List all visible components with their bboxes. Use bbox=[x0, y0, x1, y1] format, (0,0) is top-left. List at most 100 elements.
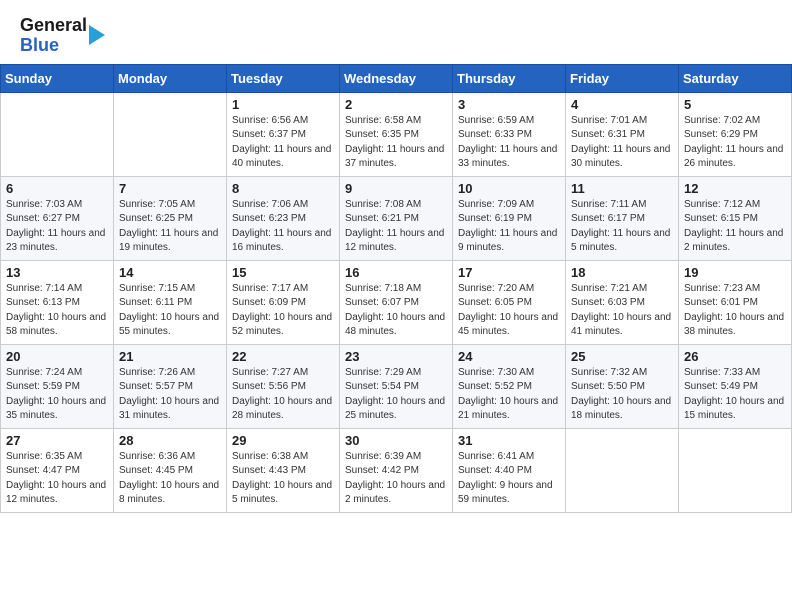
day-number: 14 bbox=[119, 265, 221, 280]
day-number: 9 bbox=[345, 181, 447, 196]
day-info: Sunrise: 7:02 AM Sunset: 6:29 PM Dayligh… bbox=[684, 114, 786, 172]
day-number: 17 bbox=[458, 265, 560, 280]
day-info: Sunrise: 6:41 AM Sunset: 4:40 PM Dayligh… bbox=[458, 450, 560, 508]
day-info: Sunrise: 7:03 AM Sunset: 6:27 PM Dayligh… bbox=[6, 198, 108, 256]
day-number: 29 bbox=[232, 433, 334, 448]
day-info: Sunrise: 7:21 AM Sunset: 6:03 PM Dayligh… bbox=[571, 282, 673, 340]
day-number: 28 bbox=[119, 433, 221, 448]
day-info: Sunrise: 7:27 AM Sunset: 5:56 PM Dayligh… bbox=[232, 366, 334, 424]
calendar-cell: 23 Sunrise: 7:29 AM Sunset: 5:54 PM Dayli… bbox=[340, 344, 453, 428]
calendar-cell: 26Sunrise: 7:33 AM Sunset: 5:49 PM Dayli… bbox=[679, 344, 792, 428]
day-number: 7 bbox=[119, 181, 221, 196]
day-info: Sunrise: 7:14 AM Sunset: 6:13 PM Dayligh… bbox=[6, 282, 108, 340]
calendar-cell: 8 Sunrise: 7:06 AM Sunset: 6:23 PM Daylig… bbox=[227, 176, 340, 260]
calendar-cell: 30 Sunrise: 6:39 AM Sunset: 4:42 PM Dayli… bbox=[340, 428, 453, 512]
day-info: Sunrise: 7:32 AM Sunset: 5:50 PM Dayligh… bbox=[571, 366, 673, 424]
day-info: Sunrise: 7:29 AM Sunset: 5:54 PM Dayligh… bbox=[345, 366, 447, 424]
day-number: 11 bbox=[571, 181, 673, 196]
day-number: 27 bbox=[6, 433, 108, 448]
logo: General Blue bbox=[20, 16, 105, 56]
calendar-cell: 5 Sunrise: 7:02 AM Sunset: 6:29 PM Daylig… bbox=[679, 92, 792, 176]
weekday-header-row: SundayMondayTuesdayWednesdayThursdayFrid… bbox=[1, 64, 792, 92]
calendar-cell: 10Sunrise: 7:09 AM Sunset: 6:19 PM Dayli… bbox=[453, 176, 566, 260]
day-info: Sunrise: 6:35 AM Sunset: 4:47 PM Dayligh… bbox=[6, 450, 108, 508]
calendar-cell: 20Sunrise: 7:24 AM Sunset: 5:59 PM Dayli… bbox=[1, 344, 114, 428]
day-info: Sunrise: 7:18 AM Sunset: 6:07 PM Dayligh… bbox=[345, 282, 447, 340]
calendar-cell bbox=[1, 92, 114, 176]
calendar-cell: 19 Sunrise: 7:23 AM Sunset: 6:01 PM Dayli… bbox=[679, 260, 792, 344]
calendar-week-row: 6 Sunrise: 7:03 AM Sunset: 6:27 PM Daylig… bbox=[1, 176, 792, 260]
calendar-cell: 24 Sunrise: 7:30 AM Sunset: 5:52 PM Dayli… bbox=[453, 344, 566, 428]
day-info: Sunrise: 7:15 AM Sunset: 6:11 PM Dayligh… bbox=[119, 282, 221, 340]
day-number: 5 bbox=[684, 97, 786, 112]
day-number: 21 bbox=[119, 349, 221, 364]
day-info: Sunrise: 7:12 AM Sunset: 6:15 PM Dayligh… bbox=[684, 198, 786, 256]
day-info: Sunrise: 7:17 AM Sunset: 6:09 PM Dayligh… bbox=[232, 282, 334, 340]
day-info: Sunrise: 7:33 AM Sunset: 5:49 PM Dayligh… bbox=[684, 366, 786, 424]
day-number: 22 bbox=[232, 349, 334, 364]
calendar-cell: 31Sunrise: 6:41 AM Sunset: 4:40 PM Dayli… bbox=[453, 428, 566, 512]
day-number: 24 bbox=[458, 349, 560, 364]
day-info: Sunrise: 7:05 AM Sunset: 6:25 PM Dayligh… bbox=[119, 198, 221, 256]
day-info: Sunrise: 7:23 AM Sunset: 6:01 PM Dayligh… bbox=[684, 282, 786, 340]
calendar-cell bbox=[114, 92, 227, 176]
calendar-cell: 4 Sunrise: 7:01 AM Sunset: 6:31 PM Daylig… bbox=[566, 92, 679, 176]
day-info: Sunrise: 6:58 AM Sunset: 6:35 PM Dayligh… bbox=[345, 114, 447, 172]
weekday-header-sunday: Sunday bbox=[1, 64, 114, 92]
day-number: 18 bbox=[571, 265, 673, 280]
day-number: 6 bbox=[6, 181, 108, 196]
calendar-cell: 29Sunrise: 6:38 AM Sunset: 4:43 PM Dayli… bbox=[227, 428, 340, 512]
weekday-header-friday: Friday bbox=[566, 64, 679, 92]
calendar-cell bbox=[679, 428, 792, 512]
day-number: 8 bbox=[232, 181, 334, 196]
calendar-cell: 9Sunrise: 7:08 AM Sunset: 6:21 PM Daylig… bbox=[340, 176, 453, 260]
calendar-week-row: 20Sunrise: 7:24 AM Sunset: 5:59 PM Dayli… bbox=[1, 344, 792, 428]
calendar-cell: 13 Sunrise: 7:14 AM Sunset: 6:13 PM Dayli… bbox=[1, 260, 114, 344]
calendar-cell: 12 Sunrise: 7:12 AM Sunset: 6:15 PM Dayli… bbox=[679, 176, 792, 260]
day-info: Sunrise: 7:01 AM Sunset: 6:31 PM Dayligh… bbox=[571, 114, 673, 172]
weekday-header-saturday: Saturday bbox=[679, 64, 792, 92]
logo-general: General bbox=[20, 15, 87, 35]
weekday-header-wednesday: Wednesday bbox=[340, 64, 453, 92]
calendar-cell: 22 Sunrise: 7:27 AM Sunset: 5:56 PM Dayli… bbox=[227, 344, 340, 428]
day-info: Sunrise: 6:59 AM Sunset: 6:33 PM Dayligh… bbox=[458, 114, 560, 172]
calendar-cell: 1 Sunrise: 6:56 AM Sunset: 6:37 PM Daylig… bbox=[227, 92, 340, 176]
calendar-cell: 15 Sunrise: 7:17 AM Sunset: 6:09 PM Dayli… bbox=[227, 260, 340, 344]
day-info: Sunrise: 7:06 AM Sunset: 6:23 PM Dayligh… bbox=[232, 198, 334, 256]
page-header: General Blue bbox=[0, 0, 792, 64]
day-number: 4 bbox=[571, 97, 673, 112]
logo-arrow-icon bbox=[89, 25, 105, 45]
day-number: 25 bbox=[571, 349, 673, 364]
day-info: Sunrise: 6:56 AM Sunset: 6:37 PM Dayligh… bbox=[232, 114, 334, 172]
calendar-cell: 7 Sunrise: 7:05 AM Sunset: 6:25 PM Daylig… bbox=[114, 176, 227, 260]
calendar-cell: 6 Sunrise: 7:03 AM Sunset: 6:27 PM Daylig… bbox=[1, 176, 114, 260]
calendar-cell: 28Sunrise: 6:36 AM Sunset: 4:45 PM Dayli… bbox=[114, 428, 227, 512]
calendar-week-row: 27 Sunrise: 6:35 AM Sunset: 4:47 PM Dayli… bbox=[1, 428, 792, 512]
day-number: 1 bbox=[232, 97, 334, 112]
day-number: 16 bbox=[345, 265, 447, 280]
calendar-cell: 2 Sunrise: 6:58 AM Sunset: 6:35 PM Daylig… bbox=[340, 92, 453, 176]
day-info: Sunrise: 6:39 AM Sunset: 4:42 PM Dayligh… bbox=[345, 450, 447, 508]
day-info: Sunrise: 7:26 AM Sunset: 5:57 PM Dayligh… bbox=[119, 366, 221, 424]
day-number: 13 bbox=[6, 265, 108, 280]
calendar-cell: 3Sunrise: 6:59 AM Sunset: 6:33 PM Daylig… bbox=[453, 92, 566, 176]
day-info: Sunrise: 7:11 AM Sunset: 6:17 PM Dayligh… bbox=[571, 198, 673, 256]
calendar-cell: 21 Sunrise: 7:26 AM Sunset: 5:57 PM Dayli… bbox=[114, 344, 227, 428]
day-number: 19 bbox=[684, 265, 786, 280]
calendar-week-row: 13 Sunrise: 7:14 AM Sunset: 6:13 PM Dayli… bbox=[1, 260, 792, 344]
calendar-cell bbox=[566, 428, 679, 512]
calendar-cell: 18 Sunrise: 7:21 AM Sunset: 6:03 PM Dayli… bbox=[566, 260, 679, 344]
day-number: 23 bbox=[345, 349, 447, 364]
day-number: 30 bbox=[345, 433, 447, 448]
day-number: 2 bbox=[345, 97, 447, 112]
day-number: 15 bbox=[232, 265, 334, 280]
weekday-header-thursday: Thursday bbox=[453, 64, 566, 92]
day-info: Sunrise: 7:24 AM Sunset: 5:59 PM Dayligh… bbox=[6, 366, 108, 424]
day-info: Sunrise: 7:30 AM Sunset: 5:52 PM Dayligh… bbox=[458, 366, 560, 424]
day-number: 12 bbox=[684, 181, 786, 196]
day-info: Sunrise: 7:20 AM Sunset: 6:05 PM Dayligh… bbox=[458, 282, 560, 340]
calendar-cell: 25 Sunrise: 7:32 AM Sunset: 5:50 PM Dayli… bbox=[566, 344, 679, 428]
calendar-cell: 16 Sunrise: 7:18 AM Sunset: 6:07 PM Dayli… bbox=[340, 260, 453, 344]
calendar-table: SundayMondayTuesdayWednesdayThursdayFrid… bbox=[0, 64, 792, 513]
calendar-cell: 17 Sunrise: 7:20 AM Sunset: 6:05 PM Dayli… bbox=[453, 260, 566, 344]
